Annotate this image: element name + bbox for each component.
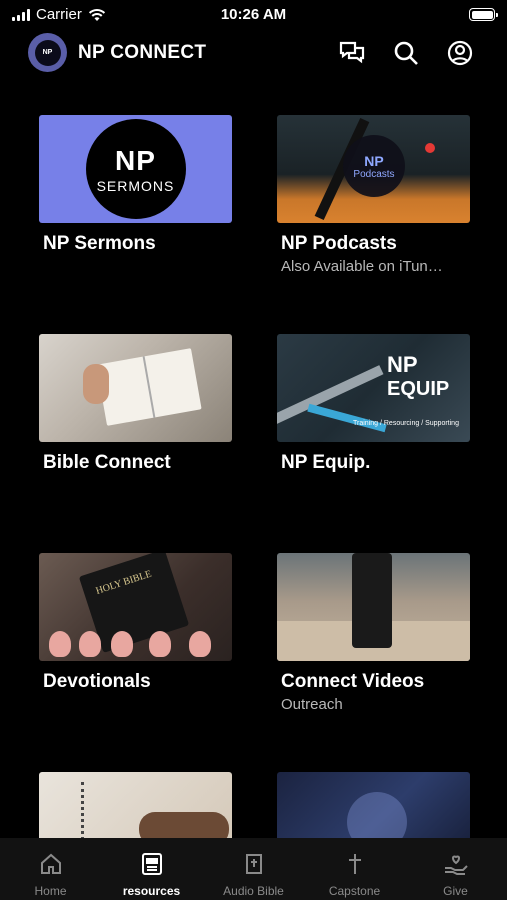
tile-np-podcasts[interactable]: NP Podcasts NP Podcasts Also Available o…: [277, 115, 470, 275]
app-header: NP NP CONNECT: [0, 30, 507, 76]
bible-icon: [240, 850, 268, 878]
tile-thumbnail: [39, 334, 232, 442]
tab-label: resources: [122, 884, 181, 898]
sermons-logo: NP SERMONS: [85, 119, 186, 219]
tile-thumbnail: HOLY BIBLE: [39, 553, 232, 661]
holy-bible-text: HOLY BIBLE: [94, 568, 153, 597]
tile-thumbnail: [277, 553, 470, 661]
status-time: 10:26 AM: [220, 6, 287, 23]
podcasts-logo-word: Podcasts: [353, 168, 395, 180]
tile-title: Devotionals: [43, 671, 151, 692]
tab-give[interactable]: Give: [405, 838, 506, 900]
tile-bible-connect[interactable]: Bible Connect: [39, 334, 232, 474]
open-book-image: [96, 348, 202, 426]
status-bar: Carrier 10:26 AM: [0, 0, 507, 30]
tab-label: Audio Bible: [223, 884, 284, 898]
give-hand-heart-icon: [442, 850, 470, 878]
tile-title: Connect Videos: [281, 671, 425, 692]
tab-home[interactable]: Home: [0, 838, 101, 900]
tile-np-equip[interactable]: NP EQUIP Training / Resourcing / Support…: [277, 334, 470, 474]
tile-subtitle: Also Available on iTun…: [281, 258, 443, 275]
tile-subtitle: Outreach: [281, 696, 343, 713]
tulip-image: [149, 631, 171, 657]
screwdriver-image: [307, 403, 387, 433]
tab-label: Give: [443, 884, 468, 898]
resources-icon: [138, 850, 166, 878]
tab-capstone[interactable]: Capstone: [304, 838, 405, 900]
tile-title: NP Podcasts: [281, 233, 397, 254]
equip-logo-word: EQUIP: [387, 378, 450, 400]
equip-tagline: Training / Resourcing / Supporting: [353, 420, 459, 427]
record-light: [425, 143, 435, 153]
app-logo[interactable]: NP: [28, 33, 67, 72]
tile-title: NP Equip.: [281, 452, 371, 473]
podcasts-logo-np: NP: [364, 152, 384, 169]
tab-label: Capstone: [328, 884, 381, 898]
chat-icon[interactable]: [337, 38, 367, 68]
tulip-image: [49, 631, 71, 657]
tile-connect-videos[interactable]: Connect Videos Outreach: [277, 553, 470, 713]
tulip-image: [79, 631, 101, 657]
tab-audio-bible[interactable]: Audio Bible: [203, 838, 304, 900]
cross-icon: [341, 850, 369, 878]
home-icon: [37, 850, 65, 878]
tile-np-sermons[interactable]: NP SERMONS NP Sermons: [39, 115, 232, 255]
tile-thumbnail: NP EQUIP Training / Resourcing / Support…: [277, 334, 470, 442]
tile-thumbnail: NP SERMONS: [39, 115, 232, 223]
tulip-image: [189, 631, 211, 657]
app-title: NP CONNECT: [78, 42, 207, 63]
battery-icon: [469, 8, 498, 21]
tile-title: NP Sermons: [43, 233, 156, 254]
bottom-tab-bar: Home resources Audio Bible Capstone Give: [0, 838, 507, 900]
profile-icon[interactable]: [445, 38, 475, 68]
tab-resources[interactable]: resources: [101, 838, 202, 900]
tile-thumbnail: NP Podcasts: [277, 115, 470, 223]
tile-devotionals[interactable]: HOLY BIBLE Devotionals: [39, 553, 232, 693]
search-icon[interactable]: [391, 38, 421, 68]
equip-logo-np: NP: [387, 352, 418, 377]
hand-image: [83, 364, 109, 404]
person-legs-image: [352, 553, 392, 648]
tulip-image: [111, 631, 133, 657]
tab-label: Home: [34, 884, 67, 898]
sermons-logo-word: SERMONS: [96, 177, 175, 194]
sermons-logo-np: NP: [115, 144, 156, 176]
logo-text: NP: [34, 39, 61, 66]
podcasts-logo: NP Podcasts: [343, 135, 405, 197]
tile-title: Bible Connect: [43, 452, 171, 473]
